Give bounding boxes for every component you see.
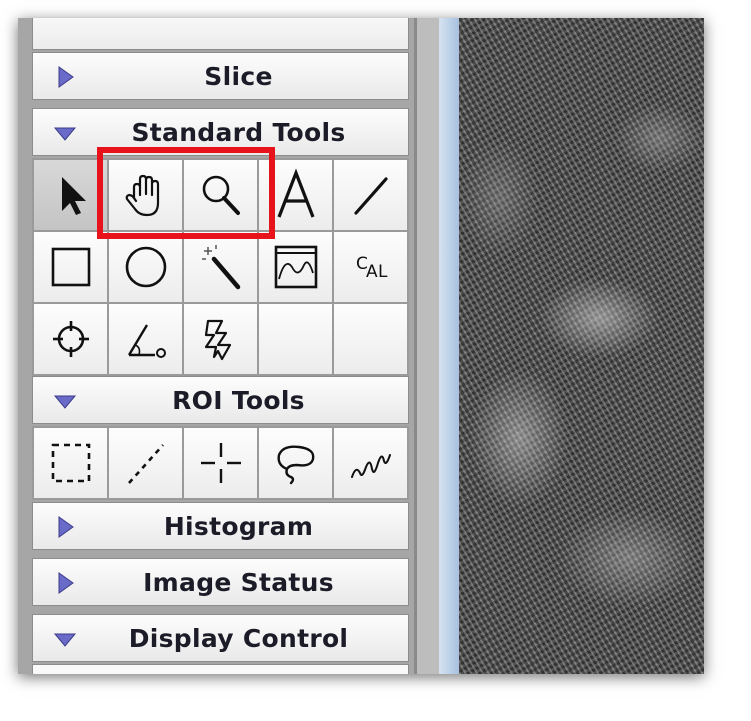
tool-profile[interactable] [259, 232, 332, 302]
line-tool-icon [353, 177, 388, 215]
calibration-tool-icon: C A L [356, 254, 388, 282]
tool-lightning[interactable] [184, 304, 257, 374]
roi-tool-rectangle[interactable] [34, 428, 107, 498]
window-gutter [417, 18, 439, 674]
panel-title-roi-tools: ROI Tools [172, 385, 305, 415]
panel-header-roi-tools[interactable]: ROI Tools [32, 376, 409, 424]
micrograph-image[interactable] [459, 18, 704, 674]
image-window-edge [439, 18, 459, 674]
dashed-rectangle-roi-icon [51, 443, 90, 483]
roi-tool-point[interactable] [184, 428, 257, 498]
panel-header-display-control[interactable]: Display Control [32, 614, 409, 662]
highlight-annotation-box [97, 147, 275, 239]
rectangle-tool-icon [51, 247, 90, 287]
tool-crosshair[interactable] [34, 304, 107, 374]
tool-magic-wand[interactable] [184, 232, 257, 302]
panel-title-display-control: Display Control [128, 623, 349, 653]
tool-calibration[interactable]: C A L [334, 232, 407, 302]
app-window: Slice Standard Tools C A L ROI Tools His… [18, 18, 704, 674]
lightning-tool-icon [204, 319, 231, 361]
panel-header-histogram[interactable]: Histogram [32, 502, 409, 550]
tool-oval[interactable] [109, 232, 182, 302]
roi-tool-freehand[interactable] [334, 428, 407, 498]
panel-header-slice[interactable]: Slice [32, 52, 409, 100]
dashed-line-roi-icon [127, 444, 164, 484]
magic-wand-icon [201, 245, 240, 290]
arrow-pointer-icon [61, 177, 86, 215]
roi-tool-line[interactable] [109, 428, 182, 498]
tool-rectangle[interactable] [34, 232, 107, 302]
panel-bottom-strip [32, 664, 409, 674]
text-tool-icon [277, 168, 314, 218]
svg-text:A: A [366, 262, 378, 282]
tool-empty-slot [259, 304, 332, 374]
roi-tools-grid [32, 426, 409, 500]
crosshair-target-icon [52, 321, 89, 357]
panel-title-slice: Slice [204, 61, 273, 91]
panel-title-histogram: Histogram [163, 511, 314, 541]
roi-tool-lasso[interactable] [259, 428, 332, 498]
tool-angle[interactable] [109, 304, 182, 374]
svg-text:L: L [378, 262, 388, 282]
profile-tool-icon [274, 245, 317, 289]
tool-line[interactable] [334, 160, 407, 230]
tool-palette: Slice Standard Tools C A L ROI Tools His… [18, 18, 414, 674]
oval-tool-icon [125, 246, 166, 288]
freehand-roi-icon [350, 454, 391, 478]
panel-title-image-status: Image Status [143, 567, 334, 597]
panel-header-image-status[interactable]: Image Status [32, 558, 409, 606]
point-roi-icon [200, 443, 241, 483]
angle-tool-icon [127, 324, 166, 358]
panel-top-strip [32, 18, 409, 50]
lasso-roi-icon [276, 445, 314, 485]
tool-empty-slot [334, 304, 407, 374]
